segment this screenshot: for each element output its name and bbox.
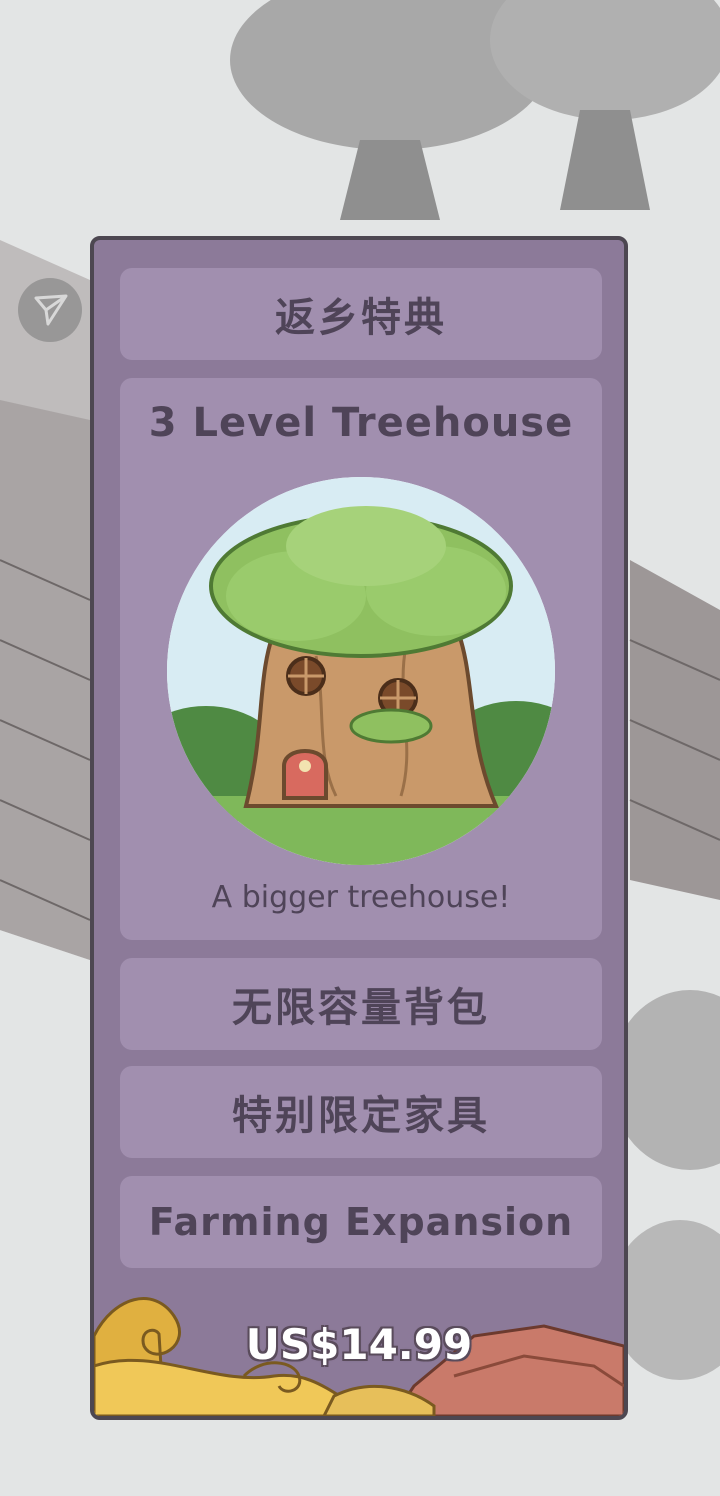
send-button[interactable] — [18, 278, 82, 342]
send-arrow-icon — [34, 294, 68, 326]
feature-card: 3 Level Treehouse A bigger treehouse! — [120, 378, 602, 940]
treehouse-illustration — [167, 477, 555, 865]
offer-title: 返乡特典 — [120, 268, 602, 360]
price-button[interactable]: US$14.99 — [94, 1320, 624, 1369]
feature-name: 3 Level Treehouse — [148, 400, 574, 446]
benefit-item: 无限容量背包 — [120, 958, 602, 1050]
offer-panel: 返乡特典 3 Level Treehouse A bigger treehous… — [90, 236, 628, 1420]
benefit-item: 特别限定家具 — [120, 1066, 602, 1158]
benefit-item: Farming Expansion — [120, 1176, 602, 1268]
feature-description: A bigger treehouse! — [211, 880, 511, 915]
